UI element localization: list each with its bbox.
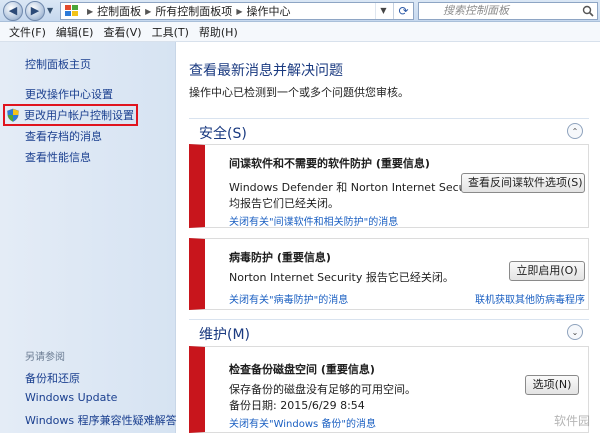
sidebar-item-performance[interactable]: 查看性能信息 <box>25 149 91 165</box>
message-title: 间谍软件和不需要的软件防护 (重要信息) <box>229 157 430 170</box>
backup-date-text: 备份日期: 2015/6/29 8:54 <box>229 399 365 412</box>
watermark: 软件园 <box>553 414 590 428</box>
main-panel: 查看最新消息并解决问题 操作中心已检测到一个或多个问题供您审核。 安全(S) ⌃… <box>177 42 600 433</box>
address-box[interactable]: ▶ 控制面板 ▶ 所有控制面板项 ▶ 操作中心 ▼ ⟳ <box>60 2 414 20</box>
control-panel-flag-icon <box>65 5 79 17</box>
message-title: 病毒防护 (重要信息) <box>229 251 331 264</box>
view-antispyware-button[interactable]: 查看反间谍软件选项(S) <box>461 173 585 193</box>
sidebar-item-change-uac[interactable]: 更改用户帐户控制设置 <box>3 104 138 126</box>
see-also-backup[interactable]: 备份和还原 <box>25 370 80 386</box>
address-dropdown-icon[interactable]: ▼ <box>375 3 391 19</box>
search-input[interactable]: 搜索控制面板 <box>418 2 598 20</box>
history-dropdown-icon[interactable]: ▼ <box>47 5 57 17</box>
menu-bar: 文件(F) 编辑(E) 查看(V) 工具(T) 帮助(H) <box>0 22 600 42</box>
crumb-separator-icon[interactable]: ▶ <box>145 7 151 16</box>
crumb-separator-icon: ▶ <box>87 6 94 16</box>
forward-button[interactable]: ▶ <box>25 1 45 21</box>
options-button[interactable]: 选项(N) <box>525 375 579 395</box>
security-section-header[interactable]: 安全(S) ⌃ <box>189 118 589 144</box>
crumb-separator-icon[interactable]: ▶ <box>236 7 242 16</box>
address-bar: ◀ ▶ ▼ ▶ 控制面板 ▶ 所有控制面板项 ▶ 操作中心 ▼ ⟳ 搜索控制面板 <box>0 0 600 22</box>
menu-help[interactable]: 帮助(H) <box>194 24 243 40</box>
menu-file[interactable]: 文件(F) <box>4 24 51 40</box>
maintenance-section-header[interactable]: 维护(M) ⌄ <box>189 319 589 345</box>
back-button[interactable]: ◀ <box>3 1 23 21</box>
message-text: Windows Defender 和 Norton Internet Secur… <box>229 181 485 194</box>
enable-now-button[interactable]: 立即启用(O) <box>509 261 585 281</box>
chevron-up-icon[interactable]: ⌃ <box>567 123 583 139</box>
refresh-icon[interactable]: ⟳ <box>393 3 413 19</box>
chevron-down-icon[interactable]: ⌄ <box>567 324 583 340</box>
message-text: Norton Internet Security 报告它已经关闭。 <box>229 271 454 284</box>
maintenance-section-label: 维护(M) <box>199 327 251 343</box>
breadcrumb-all-items[interactable]: 所有控制面板项 <box>155 3 232 19</box>
sidebar-home-link[interactable]: 控制面板主页 <box>25 56 91 72</box>
message-title: 检查备份磁盘空间 (重要信息) <box>229 363 375 376</box>
sidebar-item-archived-messages[interactable]: 查看存档的消息 <box>25 128 102 144</box>
security-section-label: 安全(S) <box>199 126 247 142</box>
breadcrumb-action-center[interactable]: 操作中心 <box>246 3 290 19</box>
search-icon[interactable] <box>582 5 594 17</box>
backup-message: 检查备份磁盘空间 (重要信息) 保存备份的磁盘没有足够的可用空间。 备份日期: … <box>189 346 589 433</box>
dismiss-backup-link[interactable]: 关闭有关"Windows 备份"的消息 <box>229 415 376 430</box>
menu-tools[interactable]: 工具(T) <box>147 24 194 40</box>
sidebar: 控制面板主页 更改操作中心设置 更改用户帐户控制设置 查看存档的消息 查看性能信… <box>0 42 177 433</box>
sidebar-item-change-action-center[interactable]: 更改操作中心设置 <box>25 86 113 102</box>
menu-view[interactable]: 查看(V) <box>98 24 146 40</box>
see-also-heading: 另请参阅 <box>25 352 65 363</box>
message-text: 保存备份的磁盘没有足够的可用空间。 <box>229 383 416 396</box>
breadcrumb-control-panel[interactable]: 控制面板 <box>97 3 141 19</box>
virus-message: 病毒防护 (重要信息) Norton Internet Security 报告它… <box>189 238 589 310</box>
page-subtitle: 操作中心已检测到一个或多个问题供您审核。 <box>189 86 409 99</box>
message-text: 均报告它们已经关闭。 <box>229 197 339 210</box>
get-antivirus-link[interactable]: 联机获取其他防病毒程序 <box>475 291 585 306</box>
spyware-message: 间谍软件和不需要的软件防护 (重要信息) Windows Defender 和 … <box>189 144 589 228</box>
page-title: 查看最新消息并解决问题 <box>189 63 343 79</box>
see-also-windows-update[interactable]: Windows Update <box>25 391 117 404</box>
dismiss-spyware-link[interactable]: 关闭有关"间谍软件和相关防护"的消息 <box>229 213 398 228</box>
dismiss-virus-link[interactable]: 关闭有关"病毒防护"的消息 <box>229 291 348 306</box>
menu-edit[interactable]: 编辑(E) <box>51 24 99 40</box>
see-also-compatibility[interactable]: Windows 程序兼容性疑难解答 <box>25 412 177 428</box>
uac-shield-icon <box>7 108 19 122</box>
sidebar-item-label: 更改用户帐户控制设置 <box>24 109 134 122</box>
